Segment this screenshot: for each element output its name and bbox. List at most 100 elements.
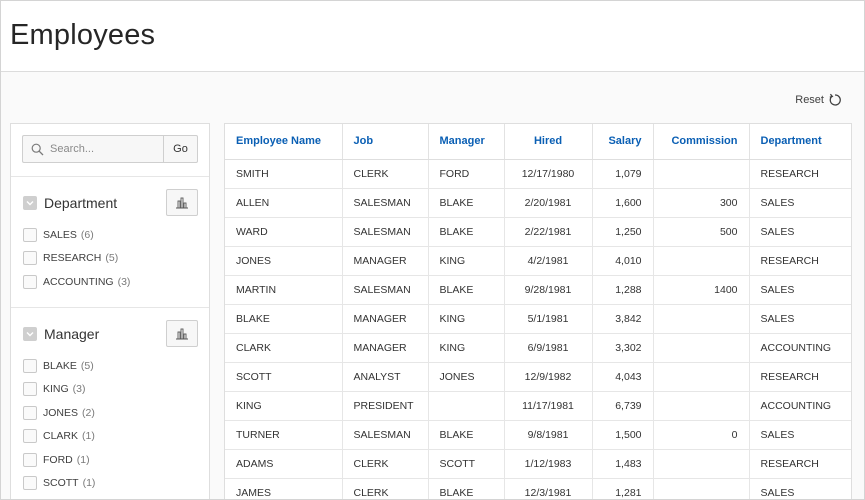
checkbox[interactable] <box>23 227 37 242</box>
cell-commission <box>653 246 750 276</box>
table-row: WARD SALESMAN BLAKE 2/22/1981 1,250 500 SALES <box>225 217 851 247</box>
column-header-employee-name[interactable]: Employee Name <box>225 124 343 160</box>
cell-salary: 1,500 <box>592 420 654 450</box>
cell-commission <box>653 333 750 363</box>
cell-department: SALES <box>749 217 851 247</box>
cell-department: ACCOUNTING <box>749 391 851 421</box>
collapse-toggle[interactable] <box>23 327 37 341</box>
facet-option[interactable]: FORD (1) <box>23 448 209 472</box>
checkbox[interactable] <box>23 405 37 420</box>
facet-option[interactable]: JONES (2) <box>23 401 209 425</box>
checkbox[interactable] <box>23 382 37 397</box>
column-header-salary[interactable]: Salary <box>592 124 654 160</box>
cell-department: RESEARCH <box>749 159 851 189</box>
cell-commission: 0 <box>653 420 750 450</box>
facet-option[interactable]: RESEARCH (5) <box>23 247 209 271</box>
facet-header: Department <box>11 177 209 223</box>
cell-manager: KING <box>428 333 505 363</box>
cell-department: RESEARCH <box>749 449 851 479</box>
cell-commission: 1400 <box>653 275 750 305</box>
cell-employee-name: ALLEN <box>225 188 343 218</box>
cell-salary: 6,739 <box>592 391 654 421</box>
facet-option-label: SCOTT <box>43 477 79 490</box>
cell-salary: 1,281 <box>592 478 654 499</box>
page-title: Employees <box>10 19 156 51</box>
column-header-manager[interactable]: Manager <box>428 124 505 160</box>
cell-job: CLERK <box>342 159 429 189</box>
facet-option-label: SALES <box>43 228 77 241</box>
table-row: ADAMS CLERK SCOTT 1/12/1983 1,483 RESEARCH <box>225 449 851 479</box>
cell-commission: 500 <box>653 217 750 247</box>
cell-hired: 9/28/1981 <box>504 275 593 305</box>
column-header-hired[interactable]: Hired <box>504 124 593 160</box>
facet-option-count: (1) <box>82 430 95 443</box>
facet-title: Department <box>44 195 118 211</box>
column-header-job[interactable]: Job <box>342 124 429 160</box>
cell-employee-name: SCOTT <box>225 362 343 392</box>
collapse-toggle[interactable] <box>23 196 37 210</box>
reset-button[interactable]: Reset <box>795 93 842 107</box>
facet-option-label: BLAKE <box>43 359 77 372</box>
facet-manager: Manager BLAKE (5) KING (3) JONES (2) CLARK(… <box>11 307 209 495</box>
checkbox[interactable] <box>23 274 37 289</box>
table-row: MARTIN SALESMAN BLAKE 9/28/1981 1,288 1400 SAL… <box>225 275 851 305</box>
cell-job: CLERK <box>342 449 429 479</box>
cell-hired: 12/3/1981 <box>504 478 593 499</box>
reset-icon <box>829 93 841 106</box>
table-row: KING PRESIDENT 11/17/1981 6,739 ACCOUNTING <box>225 391 851 421</box>
cell-salary: 1,288 <box>592 275 654 305</box>
table-header-row: Employee Name Job Manager Hired Salary C… <box>225 124 851 160</box>
cell-hired: 12/17/1980 <box>504 159 593 189</box>
checkbox[interactable] <box>23 429 37 444</box>
cell-manager: BLAKE <box>428 217 505 247</box>
cell-manager: KING <box>428 246 505 276</box>
bar-chart-icon <box>176 197 188 208</box>
bar-chart-icon <box>176 328 188 339</box>
search-input[interactable] <box>50 143 150 155</box>
facet-option[interactable]: SALES (6) <box>23 223 209 247</box>
cell-department: RESEARCH <box>749 362 851 392</box>
checkbox[interactable] <box>23 452 37 467</box>
facet-option[interactable]: KING (3) <box>23 378 209 402</box>
cell-job: SALESMAN <box>342 420 429 450</box>
facet-option[interactable]: BLAKE (5) <box>23 354 209 378</box>
cell-employee-name: CLARK <box>225 333 343 363</box>
cell-commission <box>653 362 750 392</box>
go-button[interactable]: Go <box>163 135 198 163</box>
cell-manager: BLAKE <box>428 188 505 218</box>
cell-manager: JONES <box>428 362 505 392</box>
cell-salary: 4,043 <box>592 362 654 392</box>
cell-job: SALESMAN <box>342 217 429 247</box>
column-header-department[interactable]: Department <box>749 124 851 160</box>
checkbox[interactable] <box>23 251 37 266</box>
column-header-commission[interactable]: Commission <box>653 124 750 160</box>
show-chart-button[interactable] <box>166 320 198 347</box>
cell-commission <box>653 478 750 499</box>
cell-job: ANALYST <box>342 362 429 392</box>
table-row: TURNER SALESMAN BLAKE 9/8/1981 1,500 0 SALES <box>225 420 851 450</box>
cell-salary: 1,483 <box>592 449 654 479</box>
facet-option-count: (5) <box>105 252 119 265</box>
cell-hired: 11/17/1981 <box>504 391 593 421</box>
cell-hired: 6/9/1981 <box>504 333 593 363</box>
cell-department: RESEARCH <box>749 246 851 276</box>
table-row: CLARK MANAGER KING 6/9/1981 3,302 ACCOUNTING <box>225 333 851 363</box>
facet-option[interactable]: CLARK (1) <box>23 425 209 449</box>
cell-manager: FORD <box>428 159 505 189</box>
facet-options: BLAKE (5) KING (3) JONES (2) CLARK (1) FORD(… <box>11 354 209 495</box>
cell-hired: 4/2/1981 <box>504 246 593 276</box>
checkbox[interactable] <box>23 476 37 491</box>
cell-employee-name: ADAMS <box>225 449 343 479</box>
checkbox[interactable] <box>23 358 37 373</box>
cell-department: SALES <box>749 188 851 218</box>
facet-option[interactable]: SCOTT (1) <box>23 472 209 496</box>
facet-option-label: FORD <box>43 453 73 466</box>
cell-manager: KING <box>428 304 505 334</box>
cell-employee-name: WARD <box>225 217 343 247</box>
facet-option[interactable]: ACCOUNTING (3) <box>23 270 209 294</box>
search-field[interactable] <box>22 135 163 163</box>
cell-employee-name: MARTIN <box>225 275 343 305</box>
show-chart-button[interactable] <box>166 189 198 216</box>
facet-title: Manager <box>44 326 100 342</box>
cell-manager: BLAKE <box>428 275 505 305</box>
